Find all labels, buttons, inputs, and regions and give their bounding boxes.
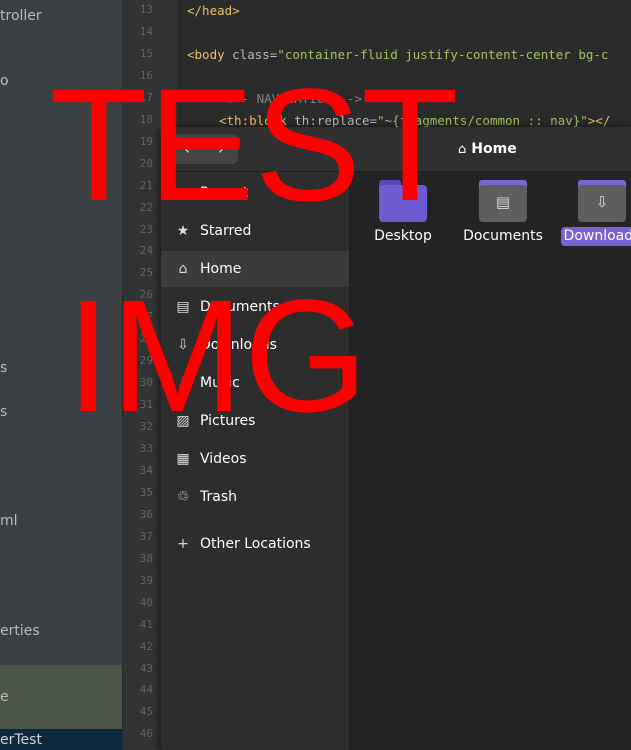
trash-icon: ♲ [176, 489, 190, 505]
tree-item[interactable]: o [0, 70, 9, 92]
line-number: 23 [139, 222, 153, 236]
location-label: Home [471, 141, 517, 157]
line-number: 27 [139, 310, 153, 324]
line-number: 29 [139, 354, 153, 368]
tree-item[interactable]: e [0, 686, 9, 708]
line-number: 15 [139, 46, 153, 60]
sidebar-item-documents[interactable]: ▤ Documents [161, 289, 349, 325]
places-sidebar: ◷ Recent ★ Starred ⌂ Home ▤ Documents ⇩ … [161, 172, 350, 750]
line-number: 20 [139, 156, 153, 170]
back-button[interactable]: ‹ [170, 134, 204, 164]
documents-folder-icon: ▤ [479, 180, 527, 222]
star-icon: ★ [176, 223, 190, 239]
tree-item[interactable]: troller [0, 5, 42, 27]
line-number: 43 [139, 661, 153, 675]
line-number: 34 [139, 463, 153, 477]
tree-highlight-row [0, 665, 122, 729]
sidebar-item-label: Pictures [200, 413, 256, 429]
file-manager-window: ‹ › ⌂ Home ◷ Recent ★ Starred ⌂ Home ▤ Do… [161, 127, 631, 750]
folder-item-downloads[interactable]: ⇩ Downloads [554, 180, 631, 246]
line-number: 39 [139, 573, 153, 587]
line-number: 18 [139, 112, 153, 126]
sidebar-item-label: Documents [200, 299, 280, 315]
line-number: 45 [139, 705, 153, 719]
line-number: 16 [139, 68, 153, 82]
downloads-folder-icon: ⇩ [578, 180, 626, 222]
sidebar-item-recent[interactable]: ◷ Recent [161, 175, 349, 211]
file-grid: Desktop ▤ Documents ⇩ Downloads [350, 172, 631, 750]
location-breadcrumb[interactable]: ⌂ Home [458, 139, 517, 159]
sidebar-item-downloads[interactable]: ⇩ Downloads [161, 327, 349, 363]
line-number: 36 [139, 507, 153, 521]
plus-icon: + [177, 536, 189, 552]
picture-icon: ▨ [176, 413, 190, 429]
sidebar-item-other-locations[interactable]: + Other Locations [161, 526, 349, 562]
sidebar-item-videos[interactable]: ▦ Videos [161, 441, 349, 477]
sidebar-item-trash[interactable]: ♲ Trash [161, 479, 349, 515]
sidebar-item-label: Trash [200, 489, 237, 505]
file-manager-header: ‹ › ⌂ Home [161, 127, 631, 172]
line-number: 21 [139, 178, 153, 192]
code-line-13: </head> [187, 3, 240, 18]
sidebar-item-label: Music [200, 375, 240, 391]
line-number: 24 [139, 244, 153, 258]
line-number: 22 [139, 200, 153, 214]
video-icon: ▦ [176, 451, 190, 467]
tree-item[interactable]: s [0, 401, 7, 423]
line-number: 40 [139, 595, 153, 609]
line-number: 35 [139, 485, 153, 499]
sidebar-item-label: Other Locations [200, 536, 311, 552]
sidebar-item-label: Home [200, 261, 242, 277]
forward-button[interactable]: › [204, 134, 238, 164]
line-number: 28 [139, 332, 153, 346]
line-number: 30 [139, 376, 153, 390]
chevron-left-icon: ‹ [184, 140, 190, 158]
project-tree: troller o s s ml erties e erTest [0, 0, 122, 750]
clock-icon: ◷ [176, 185, 190, 201]
sidebar-item-label: Starred [200, 223, 252, 239]
tree-item[interactable]: s [0, 357, 7, 379]
line-number: 41 [139, 617, 153, 631]
chevron-right-icon: › [218, 140, 224, 158]
folder-label: Desktop [374, 228, 432, 244]
line-number: 17 [139, 90, 153, 104]
line-number: 38 [139, 551, 153, 565]
line-number: 19 [139, 134, 153, 148]
line-number: 32 [139, 420, 153, 434]
folder-item-desktop[interactable]: Desktop [355, 180, 451, 246]
sidebar-item-starred[interactable]: ★ Starred [161, 213, 349, 249]
code-line-18: <th:block th:replace="~{fragments/common… [219, 113, 611, 128]
line-number: 25 [139, 266, 153, 280]
code-line-15: <body class="container-fluid justify-con… [187, 47, 609, 62]
nav-button-group: ‹ › [170, 134, 238, 164]
tree-item[interactable]: erties [0, 620, 40, 642]
line-number: 14 [139, 24, 153, 38]
document-icon: ▤ [176, 299, 190, 315]
tree-item-selected[interactable]: erTest [0, 730, 42, 750]
line-number: 31 [139, 398, 153, 412]
line-number: 13 [139, 3, 153, 16]
desktop-folder-icon [379, 180, 427, 222]
download-icon: ⇩ [177, 337, 189, 353]
line-number: 46 [139, 727, 153, 741]
line-number: 26 [139, 288, 153, 302]
tree-item[interactable]: ml [0, 510, 18, 532]
sidebar-item-label: Videos [200, 451, 247, 467]
line-number: 44 [139, 683, 153, 697]
folder-item-documents[interactable]: ▤ Documents [455, 180, 551, 246]
sidebar-item-music[interactable]: ♪ Music [161, 365, 349, 401]
sidebar-item-pictures[interactable]: ▨ Pictures [161, 403, 349, 439]
music-icon: ♪ [178, 375, 188, 391]
folder-label-selected: Downloads [560, 227, 631, 246]
sidebar-item-label: Downloads [200, 337, 277, 353]
home-icon: ⌂ [458, 142, 467, 157]
code-line-17: <!-- NAVIGATION --> [219, 91, 362, 106]
sidebar-item-home[interactable]: ⌂ Home [161, 251, 349, 287]
home-icon: ⌂ [178, 261, 188, 277]
line-number: 37 [139, 529, 153, 543]
sidebar-item-label: Recent [200, 185, 249, 201]
line-number: 33 [139, 442, 153, 455]
line-number: 42 [139, 639, 153, 653]
folder-label: Documents [463, 228, 543, 244]
